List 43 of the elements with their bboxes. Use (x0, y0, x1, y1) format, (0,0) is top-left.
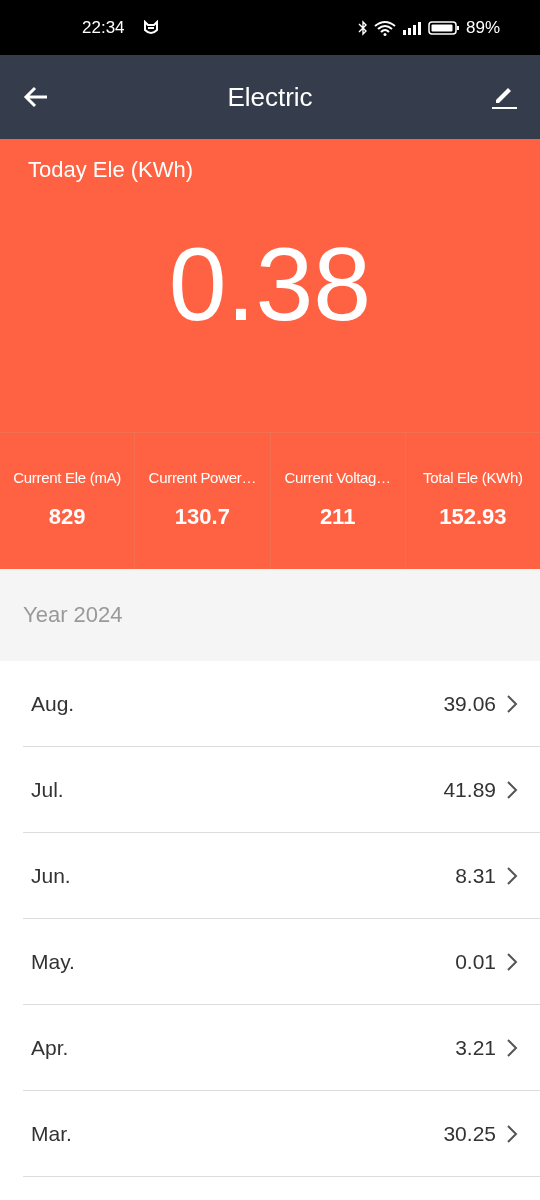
chevron-icon (506, 865, 518, 886)
month-value: 8.31 (455, 863, 496, 888)
month-label: May. (31, 949, 75, 974)
month-label: Jul. (31, 777, 64, 802)
battery-percent: 89% (465, 17, 500, 38)
stat-value: 152.93 (439, 504, 507, 530)
mi-icon (142, 19, 159, 36)
month-label: Apr. (31, 1035, 69, 1060)
month-label: Mar. (31, 1121, 72, 1146)
stat-label: Current Power… (148, 469, 257, 486)
stat-value: 130.7 (174, 504, 230, 530)
stat-label: Current Voltag… (284, 469, 391, 486)
month-row[interactable]: Apr. 3.21 (23, 1005, 540, 1091)
month-value: 39.06 (443, 691, 496, 716)
stat-label: Current Ele (mA) (13, 469, 121, 486)
month-label: Aug. (31, 691, 75, 716)
signal-icon (401, 19, 422, 36)
month-value: 41.89 (443, 777, 496, 802)
today-label: Today Ele (KWh) (27, 156, 194, 183)
wifi-icon (373, 19, 396, 36)
year-label: Year 2024 (23, 602, 123, 628)
month-value: 3.21 (455, 1035, 496, 1060)
month-value: 0.01 (455, 949, 496, 974)
today-value: 0.38 (168, 225, 372, 344)
bluetooth-icon (357, 19, 368, 36)
stat-value: 211 (319, 504, 356, 530)
chevron-icon (506, 779, 518, 800)
chevron-icon (506, 951, 518, 972)
status-time: 22:34 (82, 17, 125, 38)
month-row[interactable]: Jun. 8.31 (23, 833, 540, 919)
chevron-icon (506, 693, 518, 714)
chevron-icon (506, 1037, 518, 1058)
month-row[interactable]: Jul. 41.89 (23, 747, 540, 833)
month-label: Jun. (31, 863, 71, 888)
month-row[interactable]: Mar. 30.25 (23, 1091, 540, 1177)
screen-title: Electric (227, 81, 313, 113)
chevron-icon (506, 1123, 518, 1144)
stat-label: Total Ele (KWh) (423, 469, 523, 486)
stat-value: 829 (48, 504, 86, 530)
month-row[interactable]: Aug. 39.06 (23, 661, 540, 747)
month-value: 30.25 (443, 1121, 496, 1146)
battery-icon (427, 19, 460, 36)
month-row[interactable]: May. 0.01 (23, 919, 540, 1005)
